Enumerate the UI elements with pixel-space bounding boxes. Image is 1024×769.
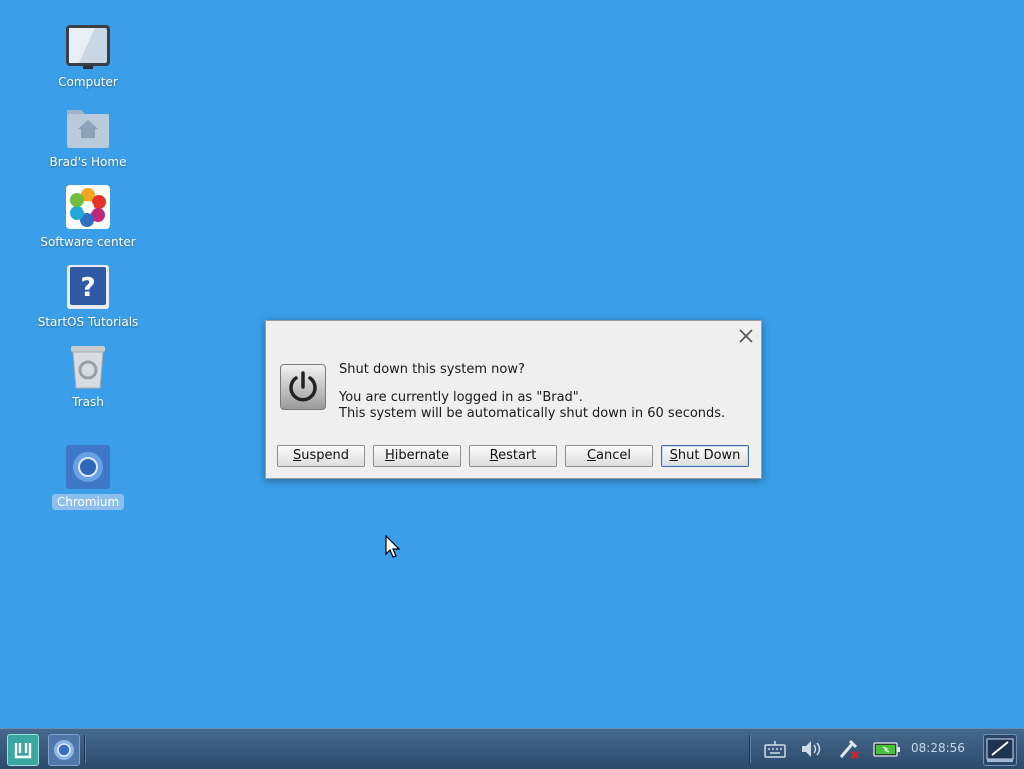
close-icon[interactable] <box>738 328 754 344</box>
mnemonic: C <box>586 448 597 463</box>
computer-icon <box>65 24 111 70</box>
desktop-icon-label: Software center <box>40 235 136 249</box>
chromium-icon <box>54 740 74 760</box>
power-icon <box>280 364 326 410</box>
desktop-icon-label: Computer <box>58 75 118 89</box>
dialog-message-user: You are currently logged in as "Brad". <box>339 390 583 405</box>
taskbar: 08:28:56 <box>0 728 1024 769</box>
desktop-icon-label: StartOS Tutorials <box>37 315 139 329</box>
chromium-icon <box>65 444 111 490</box>
show-desktop-icon <box>986 738 1014 762</box>
desktop-icon-label: Chromium <box>51 494 125 510</box>
mnemonic: H <box>384 448 395 463</box>
desktop-icon-trash[interactable]: Trash <box>28 344 148 410</box>
volume-icon[interactable] <box>800 738 822 760</box>
button-label: hut Down <box>677 448 741 463</box>
mnemonic: R <box>489 448 499 463</box>
button-label: ancel <box>596 448 632 463</box>
hibernate-button[interactable]: Hibernate <box>373 445 461 467</box>
taskbar-chromium-button[interactable] <box>48 734 80 766</box>
dialog-heading: Shut down this system now? <box>339 362 525 377</box>
desktop-icon-chromium[interactable]: Chromium <box>28 444 148 510</box>
shutdown-dialog: Shut down this system now? You are curre… <box>265 320 762 479</box>
desktop-icon-label: Trash <box>72 395 104 409</box>
software-center-icon <box>65 184 111 230</box>
home-folder-icon <box>65 104 111 150</box>
help-icon: ? <box>65 264 111 310</box>
shut-down-button[interactable]: Shut Down <box>661 445 749 467</box>
dialog-message-countdown: This system will be automatically shut d… <box>339 406 726 421</box>
desktop-icon-label: Brad's Home <box>49 155 127 169</box>
network-disconnected-icon[interactable] <box>838 738 860 760</box>
trash-icon <box>65 344 111 390</box>
cancel-button[interactable]: Cancel <box>565 445 653 467</box>
suspend-button[interactable]: Suspend <box>277 445 365 467</box>
mouse-cursor-icon <box>385 534 401 559</box>
taskbar-separator <box>84 735 86 763</box>
taskbar-separator <box>749 735 751 763</box>
desktop-icon-software-center[interactable]: Software center <box>28 184 148 250</box>
button-label: ibernate <box>394 448 450 463</box>
mnemonic: S <box>669 448 678 463</box>
clock[interactable]: 08:28:56 <box>911 741 965 755</box>
start-menu-button[interactable] <box>7 734 39 766</box>
svg-text:?: ? <box>80 273 95 303</box>
battery-icon[interactable] <box>873 738 901 760</box>
mnemonic: S <box>292 448 302 463</box>
button-label: estart <box>498 448 537 463</box>
keyboard-icon[interactable] <box>764 738 786 760</box>
button-label: uspend <box>301 448 350 463</box>
desktop-icon-home[interactable]: Brad's Home <box>28 104 148 170</box>
restart-button[interactable]: Restart <box>469 445 557 467</box>
show-desktop-button[interactable] <box>983 734 1017 766</box>
start-logo-icon <box>14 743 32 759</box>
desktop-icon-computer[interactable]: Computer <box>28 24 148 90</box>
desktop-icon-tutorials[interactable]: ? StartOS Tutorials <box>28 264 148 330</box>
